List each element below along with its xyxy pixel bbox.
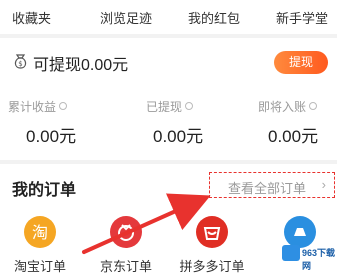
stat-label-total-earnings: 累计收益 bbox=[8, 98, 68, 115]
taobao-icon: 淘 bbox=[24, 216, 56, 248]
earnings-card: $ 可提现0.00元 提现 累计收益 已提现 即将入账 0.00元 0.00元 … bbox=[0, 38, 337, 160]
tab-favorites[interactable]: 收藏夹 bbox=[12, 8, 51, 27]
order-item-taobao[interactable]: 淘 淘宝订单 bbox=[0, 216, 80, 276]
tab-browse-history[interactable]: 浏览足迹 bbox=[100, 8, 152, 27]
info-icon[interactable] bbox=[309, 102, 318, 110]
tab-my-red-packets[interactable]: 我的红包 bbox=[188, 8, 240, 27]
info-icon[interactable] bbox=[185, 102, 194, 110]
taobao-icon-glyph: 淘 bbox=[32, 223, 48, 242]
withdraw-button[interactable]: 提现 bbox=[274, 51, 328, 74]
order-item-label: 拼多多订单 bbox=[179, 259, 245, 274]
order-item-label: 淘宝订单 bbox=[13, 259, 66, 274]
stat-value-withdrawn: 0.00元 bbox=[153, 127, 204, 146]
stat-label-pending: 即将入账 bbox=[258, 98, 318, 115]
svg-text:$: $ bbox=[18, 60, 22, 68]
stat-label-withdrawn: 已提现 bbox=[146, 98, 194, 115]
stat-value-pending: 0.00元 bbox=[268, 127, 319, 146]
chevron-right-icon: › bbox=[321, 177, 326, 192]
withdrawable-amount: 可提现0.00元 bbox=[33, 57, 129, 74]
order-item-pinduoduo[interactable]: 拼多多订单 bbox=[172, 216, 252, 276]
site-watermark: 963下载网 bbox=[282, 245, 336, 277]
tab-beginner-school[interactable]: 新手学堂 bbox=[276, 8, 328, 27]
my-orders-title: 我的订单 bbox=[12, 182, 77, 199]
money-bag-icon: $ bbox=[14, 54, 27, 69]
shortcut-tab-bar: 收藏夹 浏览足迹 我的红包 新手学堂 bbox=[0, 0, 337, 34]
watermark-text: 963下载网 bbox=[302, 248, 336, 271]
info-icon[interactable] bbox=[59, 102, 68, 110]
view-all-orders-link[interactable]: 查看全部订单 › bbox=[209, 172, 335, 198]
order-item-jd[interactable]: 京东订单 bbox=[86, 216, 166, 276]
watermark-logo-icon bbox=[282, 245, 300, 261]
order-item-label: 京东订单 bbox=[99, 259, 152, 274]
stat-value-total-earnings: 0.00元 bbox=[26, 127, 77, 146]
meituan-icon bbox=[284, 216, 316, 248]
jd-icon bbox=[110, 216, 142, 248]
pinduoduo-icon bbox=[196, 216, 228, 248]
